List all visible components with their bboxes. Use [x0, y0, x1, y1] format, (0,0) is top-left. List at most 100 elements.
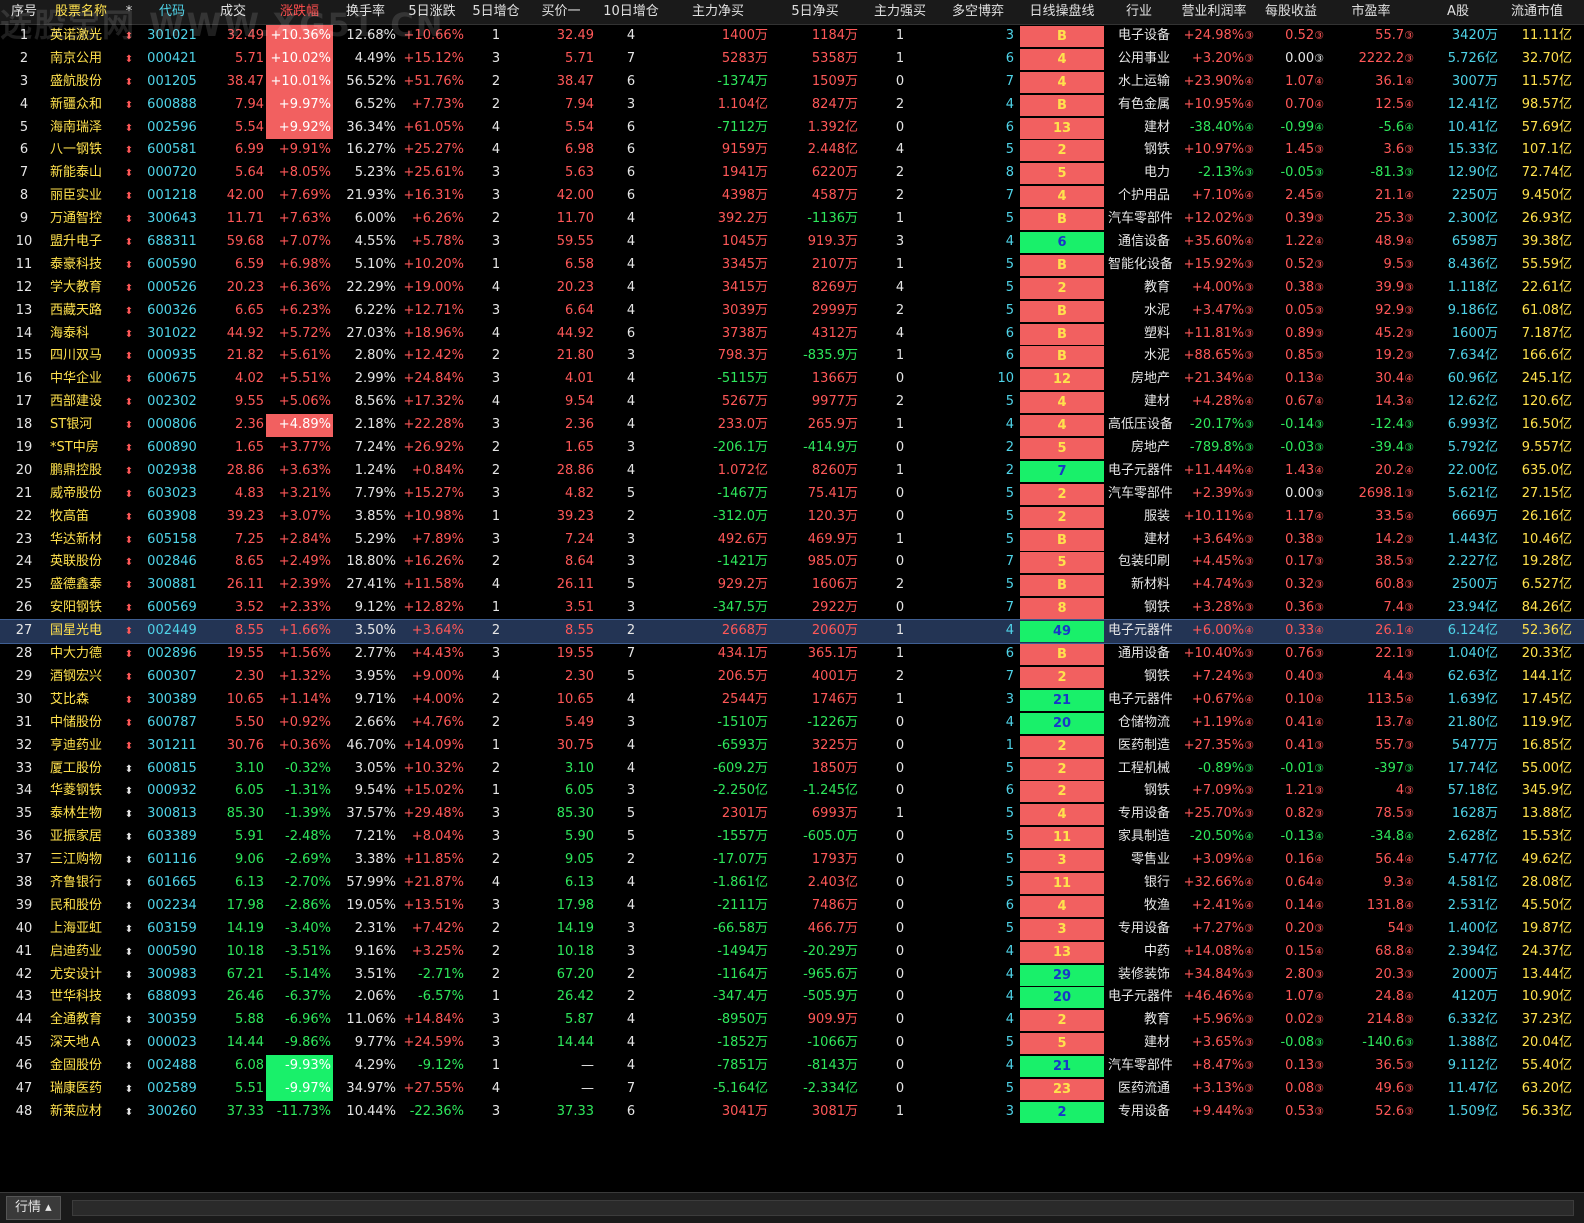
table-row[interactable]: 28 中大力德 ⬍ 002896 19.55 +1.56% 2.77% +4.43% 3 19.5… [0, 643, 1584, 666]
long-short: 5 [1005, 874, 1014, 890]
daily-line-badge: 2 [1018, 1101, 1106, 1124]
header-seq[interactable]: 序号 [0, 0, 48, 24]
a-shares: 2.531亿 [1447, 897, 1498, 913]
table-row[interactable]: 10 盟升电子 ⬍ 688311 59.68 +7.07% 4.55% +5.78% 3 59.5… [0, 231, 1584, 254]
header-5day-change[interactable]: 5日涨跌 [398, 0, 466, 24]
table-row[interactable]: 14 海泰科 ⬍ 301022 44.92 +5.72% 27.03% +18.96% 4 44.… [0, 323, 1584, 346]
table-row[interactable]: 18 ST银河 ⬍ 000806 2.36 +4.89% 2.18% +22.28% 3 2.36… [0, 414, 1584, 438]
arrow-icon: ⬍ [114, 1009, 144, 1032]
table-row[interactable]: 44 全通教育 ⬍ 300359 5.88 -6.96% 11.06% +14.84% 3 5.8… [0, 1009, 1584, 1032]
table-row[interactable]: 36 亚振家居 ⬍ 603389 5.91 -2.48% 7.21% +8.04% 3 5.90 5… [0, 826, 1584, 849]
table-row[interactable]: 5 海南瑞泽 ⬍ 002596 5.54 +9.92% 36.34% +61.05% 4 5.54… [0, 116, 1584, 140]
float-cap: 10.46亿 [1521, 531, 1572, 547]
header-eps[interactable]: 每股收益 [1256, 0, 1326, 24]
header-change[interactable]: 涨跌幅 [266, 0, 333, 24]
pe-ratio-rank: ③ [1404, 669, 1414, 683]
table-row[interactable]: 21 威帝股份 ⬍ 603023 4.83 +3.21% 7.79% +15.27% 3 4.82… [0, 483, 1584, 506]
daily-line-badge: 5 [1018, 551, 1106, 574]
table-row[interactable]: 1 英诺激光 ⬍ 301021 32.49 +10.36% 12.68% +10.66% 1 32… [0, 25, 1584, 48]
table-row[interactable]: 33 厦工股份 ⬍ 600815 3.10 -0.32% 3.05% +10.32% 2 3.10… [0, 758, 1584, 781]
header-price[interactable]: 成交 [200, 0, 266, 24]
eps-rank: ④ [1314, 898, 1324, 912]
header-main-net-buy[interactable]: 主力净买 [666, 0, 770, 24]
stock-name: 海泰科 [50, 325, 90, 341]
table-row[interactable]: 23 华达新材 ⬍ 605158 7.25 +2.84% 5.29% +7.89% 3 7.24 3… [0, 529, 1584, 552]
header-long-short[interactable]: 多空博弈 [940, 0, 1018, 24]
table-row[interactable]: 48 新莱应材 ⬍ 300260 37.33 -11.73% 10.44% -22.36% 3 3… [0, 1101, 1584, 1124]
table-row[interactable]: 4 新疆众和 ⬍ 600888 7.94 +9.97% 6.52% +7.73% 2 7.94 3 1… [0, 93, 1584, 117]
stock-code: 000932 [147, 783, 197, 799]
table-row[interactable]: 41 启迪药业 ⬍ 000590 10.18 -3.51% 9.16% +3.25% 2 10.1… [0, 941, 1584, 964]
table-row[interactable]: 9 万通智控 ⬍ 300643 11.71 +7.63% 6.00% +6.26% 2 11.70… [0, 208, 1584, 231]
stock-code: 301211 [147, 737, 197, 753]
row-seq: 26 [15, 600, 33, 616]
header-5day-position[interactable]: 5日增仓 [466, 0, 526, 24]
table-row[interactable]: 40 上海亚虹 ⬍ 603159 14.19 -3.40% 2.31% +7.42% 2 14.1… [0, 918, 1584, 941]
table-row[interactable]: 39 民和股份 ⬍ 002234 17.98 -2.86% 19.05% +13.51% 3 17… [0, 895, 1584, 918]
table-row[interactable]: 7 新能泰山 ⬍ 000720 5.64 +8.05% 5.23% +25.61% 3 5.63 6… [0, 162, 1584, 185]
float-cap: 11.11亿 [1521, 28, 1572, 43]
header-code[interactable]: 代码 [144, 0, 200, 24]
table-row[interactable]: 13 西藏天路 ⬍ 600326 6.65 +6.23% 6.22% +12.71% 3 6.64… [0, 300, 1584, 323]
header-float-cap[interactable]: 流通市值 [1500, 0, 1574, 24]
table-row[interactable]: 47 瑞康医药 ⬍ 002589 5.51 -9.97% 34.97% +27.55% 4—7-… [0, 1077, 1584, 1101]
table-row[interactable]: 25 盛德鑫泰 ⬍ 300881 26.11 +2.39% 27.41% +11.58% 4 26… [0, 574, 1584, 597]
daily-line-value: B [1020, 575, 1104, 597]
table-row[interactable]: 35 泰林生物 ⬍ 300813 85.30 -1.39% 37.57% +29.48% 3 85… [0, 803, 1584, 826]
table-row[interactable]: 19 *ST中房 ⬍ 600890 1.65 +3.77% 7.24% +26.92% 2 1.6… [0, 437, 1584, 460]
bid-price: 10.18 [556, 943, 594, 959]
header-pe[interactable]: 市盈率 [1326, 0, 1416, 24]
table-row[interactable]: 46 金固股份 ⬍ 002488 6.08 -9.93% 4.29% -9.12% 1—4 -78… [0, 1055, 1584, 1078]
table-row[interactable]: 2 南京公用 ⬍ 000421 5.71 +10.02% 4.49% +15.12% 3 5.71… [0, 47, 1584, 71]
table-row[interactable]: 17 西部建设 ⬍ 002302 9.55 +5.06% 8.56% +17.32% 4 9.54… [0, 391, 1584, 414]
pe-ratio: 7.4③ [1326, 597, 1416, 620]
row-seq: 46 [15, 1058, 33, 1074]
table-row[interactable]: 8 丽臣实业 ⬍ 001218 42.00 +7.69% 21.93% +16.31% 3 42.… [0, 185, 1584, 208]
table-row[interactable]: 24 英联股份 ⬍ 002846 8.65 +2.49% 18.80% +16.26% 2 8.6… [0, 551, 1584, 574]
table-row[interactable]: 22 牧高笛 ⬍ 603908 39.23 +3.07% 3.85% +10.98% 1 39.2… [0, 506, 1584, 529]
pe-ratio-rank: ③ [1404, 29, 1414, 42]
table-row[interactable]: 31 中储股份 ⬍ 600787 5.50 +0.92% 2.66% +4.76% 2 5.49 3… [0, 712, 1584, 735]
eps-value: 0.36 [1285, 600, 1315, 616]
table-row[interactable]: 3 盛航股份 ⬍ 001205 38.47 +10.01% 56.52% +51.76% 2 38… [0, 70, 1584, 94]
change-5day: +12.42% [403, 348, 464, 364]
pe-ratio-value: 36.5 [1375, 1058, 1405, 1074]
horizontal-scrollbar[interactable] [72, 1200, 1574, 1216]
header-main-strong-buy[interactable]: 主力强买 [860, 0, 940, 24]
header-operating-margin[interactable]: 营业利润率 [1172, 0, 1256, 24]
header-star[interactable]: * [114, 0, 144, 24]
header-10day-position[interactable]: 10日增仓 [596, 0, 666, 24]
header-daily-line[interactable]: 日线操盘线 [1018, 0, 1106, 24]
table-row[interactable]: 26 安阳钢铁 ⬍ 600569 3.52 +2.33% 9.12% +12.82% 1 3.51… [0, 597, 1584, 620]
table-row[interactable]: 11 泰豪科技 ⬍ 600590 6.59 +6.98% 5.10% +10.20% 1 6.58… [0, 254, 1584, 277]
header-turnover[interactable]: 换手率 [333, 0, 398, 24]
table-row[interactable]: 38 齐鲁银行 ⬍ 601665 6.13 -2.70% 57.99% +21.87% 4 6.1… [0, 872, 1584, 895]
header-a-shares[interactable]: A股 [1416, 0, 1500, 24]
table-row[interactable]: 37 三江购物 ⬍ 601116 9.06 -2.69% 3.38% +11.85% 2 9.05… [0, 849, 1584, 872]
table-row[interactable]: 34 华菱钢铁 ⬍ 000932 6.05 -1.31% 9.54% +15.02% 1 6.05… [0, 780, 1584, 803]
table-row[interactable]: 27 国星光电 ⬍ 002449 8.55 +1.66% 3.50% +3.64% 2 8.55 2… [0, 619, 1584, 645]
table-row[interactable]: 42 尤安设计 ⬍ 300983 67.21 -5.14% 3.51% -2.71% 2 67.2… [0, 964, 1584, 987]
tab-quotes[interactable]: 行情 ▴ [6, 1196, 61, 1220]
table-row[interactable]: 15 四川双马 ⬍ 000935 21.82 +5.61% 2.80% +12.42% 2 21.… [0, 345, 1584, 368]
eps-value: 0.41 [1285, 737, 1315, 753]
net-buy-5day: 4001万 [811, 668, 858, 684]
header-industry[interactable]: 行业 [1106, 0, 1172, 24]
table-row[interactable]: 6 八一钢铁 ⬍ 600581 6.99 +9.91% 16.27% +25.27% 4 6.98… [0, 139, 1584, 162]
table-row[interactable]: 20 鹏鼎控股 ⬍ 002938 28.86 +3.63% 1.24% +0.84% 2 28.8… [0, 460, 1584, 483]
table-row[interactable]: 43 世华科技 ⬍ 688093 26.46 -6.37% 2.06% -6.57% 1 26.4… [0, 986, 1584, 1009]
daily-line-value: 4 [1020, 392, 1104, 414]
table-row[interactable]: 45 深天地Ａ ⬍ 000023 14.44 -9.86% 9.77% +24.59% 3 14.… [0, 1032, 1584, 1055]
table-row[interactable]: 16 中华企业 ⬍ 600675 4.02 +5.51% 2.99% +24.84% 3 4.01… [0, 368, 1584, 391]
daily-line-badge: B [1018, 643, 1106, 666]
table-row[interactable]: 29 酒钢宏兴 ⬍ 600307 2.30 +1.32% 3.95% +9.00% 4 2.30 5… [0, 666, 1584, 689]
table-row[interactable]: 32 亨迪药业 ⬍ 301211 30.76 +0.36% 46.70% +14.09% 1 30… [0, 735, 1584, 758]
table-row[interactable]: 30 艾比森 ⬍ 300389 10.65 +1.14% 9.71% +4.00% 2 10.65… [0, 689, 1584, 712]
position-10day: 5 [626, 577, 636, 593]
bid-price: 6.64 [565, 302, 594, 318]
table-row[interactable]: 12 学大教育 ⬍ 000526 20.23 +6.36% 22.29% +19.00% 4 20… [0, 277, 1584, 300]
position-10day: 6 [626, 119, 636, 135]
header-name[interactable]: 股票名称 [48, 0, 114, 24]
header-5day-net-buy[interactable]: 5日净买 [770, 0, 860, 24]
header-bid1[interactable]: 买价一 [526, 0, 596, 24]
